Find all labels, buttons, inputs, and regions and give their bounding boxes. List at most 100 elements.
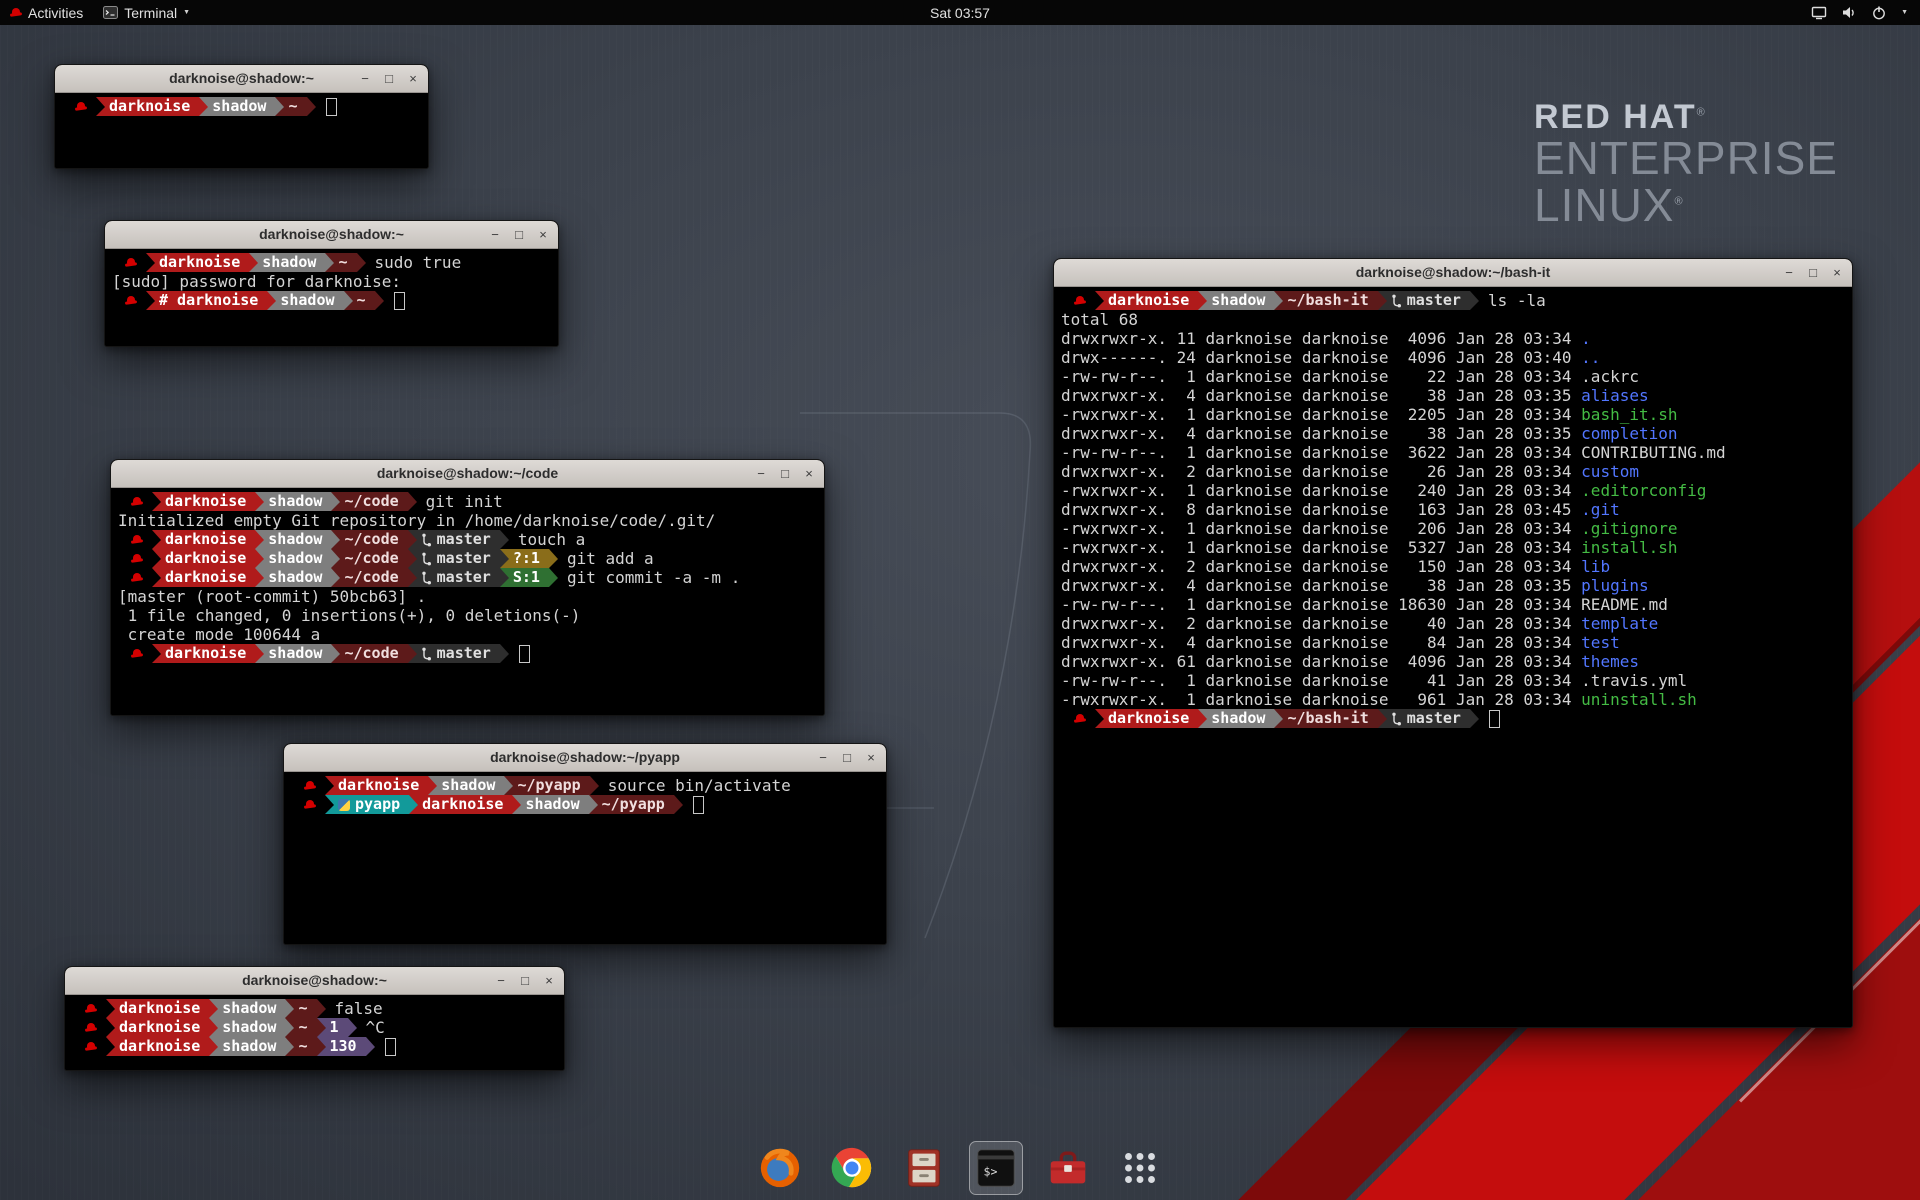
terminal-output-line: drwxrwxr-x. 4 darknoise darknoise 84 Jan… (1061, 633, 1845, 652)
output-text: test (1581, 633, 1620, 652)
terminal-body[interactable]: darknoiseshadow~falsedarknoiseshadow~1^C… (65, 995, 564, 1071)
window-minimize-button[interactable]: − (816, 751, 830, 764)
git-branch-icon (421, 647, 432, 661)
prompt-segment-host: shadow (209, 999, 285, 1018)
command-text: ls -la (1479, 291, 1546, 310)
power-icon[interactable] (1871, 5, 1887, 20)
terminal-body[interactable]: darknoiseshadow~sudo true[sudo] password… (105, 249, 558, 347)
prompt-segment-path: ~/bash-it (1274, 709, 1377, 728)
prompt-segment-logo (72, 1018, 106, 1037)
window-titlebar[interactable]: darknoise@shadow:~−□× (55, 65, 428, 93)
terminal-output-line: drwxrwxr-x. 2 darknoise darknoise 40 Jan… (1061, 614, 1845, 633)
window-titlebar[interactable]: darknoise@shadow:~ −□ × (65, 967, 564, 995)
terminal-window[interactable]: darknoise@shadow:~/pyapp−□×darknoiseshad… (283, 743, 887, 945)
output-text: drwxrwxr-x. 4 darknoise darknoise 84 Jan… (1061, 633, 1581, 652)
prompt-arrow-icon (357, 253, 366, 272)
prompt-segment-host: shadow (512, 795, 588, 814)
terminal-output-line: drwxrwxr-x. 61 darknoise darknoise 4096 … (1061, 652, 1845, 671)
prompt-segment-path: ~ (344, 291, 375, 310)
dock-item-app-grid[interactable] (1114, 1142, 1166, 1194)
window-minimize-button[interactable]: − (1782, 266, 1796, 279)
dock-item-files[interactable] (898, 1142, 950, 1194)
window-close-button[interactable]: × (406, 72, 420, 85)
window-titlebar[interactable]: darknoise@shadow:~/bash-it−□× (1054, 259, 1852, 287)
window-maximize-button[interactable]: □ (778, 467, 792, 480)
window-titlebar[interactable]: darknoise@shadow:~/code−□× (111, 460, 824, 488)
terminal-window[interactable]: darknoise@shadow:~−□×darknoiseshadow~ (54, 64, 429, 169)
window-minimize-button[interactable]: − (488, 228, 502, 241)
window-titlebar[interactable]: darknoise@shadow:~−□× (105, 221, 558, 249)
output-text: uninstall.sh (1581, 690, 1697, 709)
prompt-segment-path: ~ (285, 1018, 316, 1037)
terminal-prompt-line: pyappdarknoiseshadow~/pyapp (291, 795, 879, 814)
prompt-arrow-icon (500, 644, 509, 663)
window-maximize-button[interactable]: □ (840, 751, 854, 764)
window-close-button[interactable]: × (542, 974, 556, 987)
dock-item-terminal[interactable]: $> (970, 1142, 1022, 1194)
window-close-button[interactable]: × (1830, 266, 1844, 279)
window-titlebar[interactable]: darknoise@shadow:~/pyapp−□× (284, 744, 886, 772)
window-maximize-button[interactable]: □ (512, 228, 526, 241)
files-icon (901, 1145, 947, 1191)
terminal-cursor (326, 98, 337, 116)
display-icon[interactable] (1811, 5, 1827, 20)
window-controls: −□ × (816, 744, 878, 771)
prompt-segment-path: ~/code (331, 644, 407, 663)
prompt-arrow-icon (549, 549, 558, 568)
app-menu[interactable]: Terminal ▼ (93, 0, 200, 25)
terminal-output-line: drwxrwxr-x. 4 darknoise darknoise 38 Jan… (1061, 386, 1845, 405)
window-close-button[interactable]: × (536, 228, 550, 241)
software-icon (1045, 1145, 1091, 1191)
prompt-segment-path: ~/pyapp (504, 776, 589, 795)
terminal-window[interactable]: darknoise@shadow:~−□×darknoiseshadow~sud… (104, 220, 559, 347)
terminal-output-line: -rw-rw-r--. 1 darknoise darknoise 18630 … (1061, 595, 1845, 614)
terminal-window[interactable]: darknoise@shadow:~/code−□×darknoiseshado… (110, 459, 825, 716)
prompt-segment-user: darknoise (106, 1037, 209, 1056)
terminal-body[interactable]: darknoiseshadow~ (55, 93, 428, 169)
window-close-button[interactable]: × (864, 751, 878, 764)
prompt-arrow-icon (375, 291, 384, 310)
top-bar: Activities Terminal ▼ Sat 03:57 ▼ (0, 0, 1920, 25)
window-minimize-button[interactable]: − (358, 72, 372, 85)
window-minimize-button[interactable]: − (494, 974, 508, 987)
window-minimize-button[interactable]: − (754, 467, 768, 480)
clock[interactable]: Sat 03:57 (930, 0, 990, 25)
prompt-segment-git: master (408, 644, 500, 663)
output-text: completion (1581, 424, 1677, 443)
window-maximize-button[interactable]: □ (382, 72, 396, 85)
activities-label: Activities (28, 5, 83, 21)
window-maximize-button[interactable]: □ (518, 974, 532, 987)
activities-button[interactable]: Activities (0, 0, 93, 25)
terminal-window[interactable]: darknoise@shadow:~ −□ × darknoiseshadow~fal… (64, 966, 565, 1071)
terminal-output-line: drwxrwxr-x. 4 darknoise darknoise 38 Jan… (1061, 424, 1845, 443)
dock-item-software[interactable] (1042, 1142, 1094, 1194)
dock-item-firefox[interactable] (754, 1142, 806, 1194)
prompt-segment-host: shadow (209, 1037, 285, 1056)
prompt-segment-user: darknoise (1095, 709, 1198, 728)
window-maximize-button[interactable]: □ (1806, 266, 1820, 279)
terminal-body[interactable]: darknoiseshadow~/pyappsource bin/activat… (284, 772, 886, 945)
terminal-body[interactable]: darknoiseshadow~/codegit initInitialized… (111, 488, 824, 716)
output-text: custom (1581, 462, 1639, 481)
terminal-body[interactable]: darknoiseshadow~/bash-itmasterls -latota… (1054, 287, 1852, 1028)
system-status-area[interactable]: ▼ (1803, 0, 1916, 25)
terminal-output-line: -rw-rw-r--. 1 darknoise darknoise 41 Jan… (1061, 671, 1845, 690)
terminal-window[interactable]: darknoise@shadow:~/bash-it−□×darknoisesh… (1053, 258, 1853, 1028)
output-text: . (1581, 329, 1591, 348)
prompt-segment-user: darknoise (152, 568, 255, 587)
prompt-segment-host: shadow (255, 549, 331, 568)
prompt-segment-git: master (1378, 291, 1470, 310)
terminal-app-icon (103, 6, 118, 19)
window-title: darknoise@shadow:~ (242, 972, 387, 988)
terminal-prompt-line: darknoiseshadow~/bash-itmasterls -la (1061, 291, 1845, 310)
terminal-output-line: drwxrwxr-x. 2 darknoise darknoise 26 Jan… (1061, 462, 1845, 481)
dock-item-chrome[interactable] (826, 1142, 878, 1194)
prompt-segment-venv: pyapp (325, 795, 409, 814)
window-close-button[interactable]: × (802, 467, 816, 480)
prompt-segment-user: darknoise (146, 253, 249, 272)
output-text: -rwxrwxr-x. 1 darknoise darknoise 2205 J… (1061, 405, 1581, 424)
output-text: drwxrwxr-x. 11 darknoise darknoise 4096 … (1061, 329, 1581, 348)
volume-icon[interactable] (1841, 5, 1857, 20)
prompt-segment-path: ~ (285, 1037, 316, 1056)
redhat-icon (304, 800, 316, 809)
